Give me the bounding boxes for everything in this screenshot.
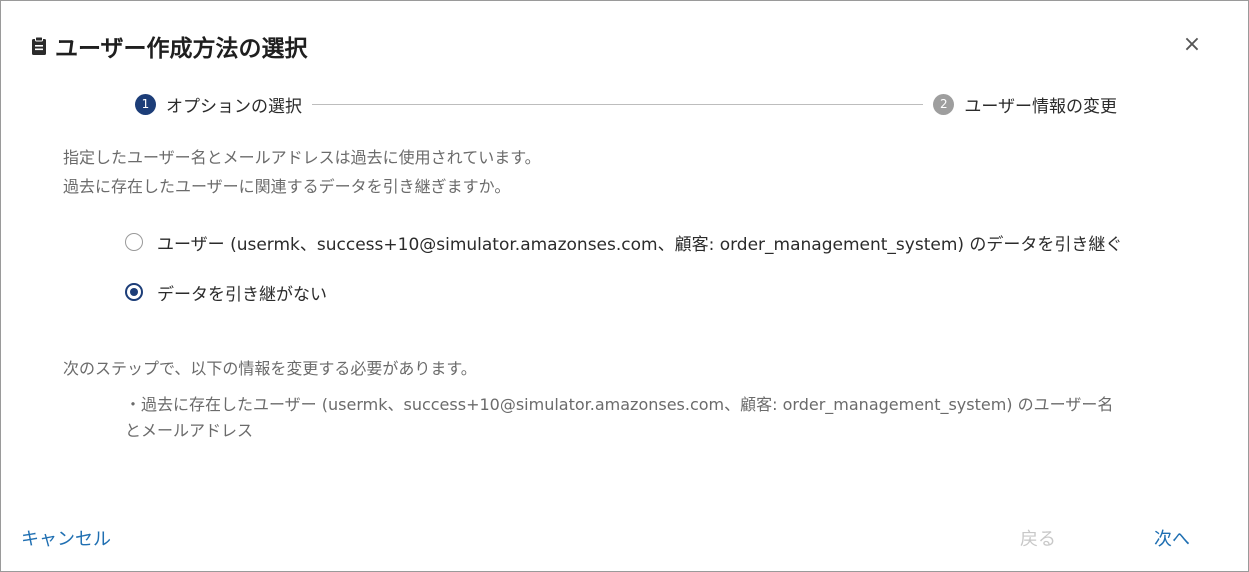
- dialog-header: ユーザー作成方法の選択: [31, 29, 308, 63]
- step-label: オプションの選択: [166, 96, 302, 117]
- step-label: ユーザー情報の変更: [964, 96, 1117, 117]
- option-label: データを引き継がない: [157, 284, 327, 305]
- close-button[interactable]: ×: [1176, 29, 1208, 61]
- intro-line: 過去に存在したユーザーに関連するデータを引き継ぎますか。: [63, 177, 511, 196]
- next-button[interactable]: 次へ: [1154, 525, 1190, 551]
- notice-list-item: ・過去に存在したユーザー (usermk、success+10@simulato…: [125, 395, 1114, 440]
- step-connector: [312, 103, 924, 105]
- intro-line: 指定したユーザー名とメールアドレスは過去に使用されています。: [63, 148, 541, 167]
- stepper: 1 オプションの選択 2 ユーザー情報の変更: [135, 92, 1117, 117]
- step-number-badge: 1: [135, 93, 156, 115]
- cancel-button[interactable]: キャンセル: [21, 525, 111, 551]
- option-radio-group: ユーザー (usermk、success+10@simulator.amazon…: [125, 229, 1122, 329]
- close-icon: ×: [1182, 32, 1202, 57]
- back-button[interactable]: 戻る: [1020, 525, 1056, 551]
- next-step-notice: 次のステップで、以下の情報を変更する必要があります。: [63, 359, 477, 378]
- dialog-title: ユーザー作成方法の選択: [55, 36, 308, 62]
- radio-unchecked[interactable]: [125, 233, 143, 251]
- create-user-method-dialog: ユーザー作成方法の選択 × 1 オプションの選択 2 ユーザー情報の変更 指定し…: [0, 0, 1249, 572]
- option-label: ユーザー (usermk、success+10@simulator.amazon…: [157, 234, 1123, 255]
- option-no-inherit[interactable]: データを引き継がない: [125, 279, 1122, 305]
- step-number-badge: 2: [933, 93, 955, 115]
- intro-text: 指定したユーザー名とメールアドレスは過去に使用されています。 過去に存在したユー…: [63, 143, 541, 201]
- step-2: 2 ユーザー情報の変更: [933, 92, 1117, 117]
- option-inherit-data[interactable]: ユーザー (usermk、success+10@simulator.amazon…: [125, 229, 1122, 255]
- radio-checked[interactable]: [125, 283, 143, 301]
- clipboard-icon: [31, 36, 47, 56]
- step-1: 1 オプションの選択: [135, 92, 302, 117]
